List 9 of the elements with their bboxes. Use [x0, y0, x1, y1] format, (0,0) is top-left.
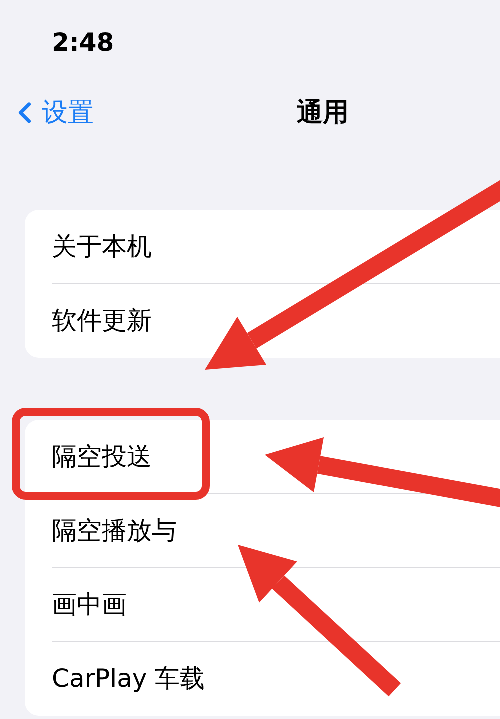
settings-item[interactable]: 关于本机 [52, 228, 152, 266]
settings-item[interactable]: 软件更新 [52, 302, 152, 340]
page-title: 通用 [297, 96, 349, 130]
back-button[interactable]: 设置 [0, 94, 297, 132]
settings-item[interactable]: 隔空投送 [52, 438, 152, 476]
settings-item[interactable]: CarPlay 车载 [52, 660, 206, 698]
settings-item[interactable]: 隔空播放与 [52, 512, 177, 550]
status-time: 2:48 [52, 28, 114, 57]
settings-item[interactable]: 画中画 [52, 586, 127, 624]
